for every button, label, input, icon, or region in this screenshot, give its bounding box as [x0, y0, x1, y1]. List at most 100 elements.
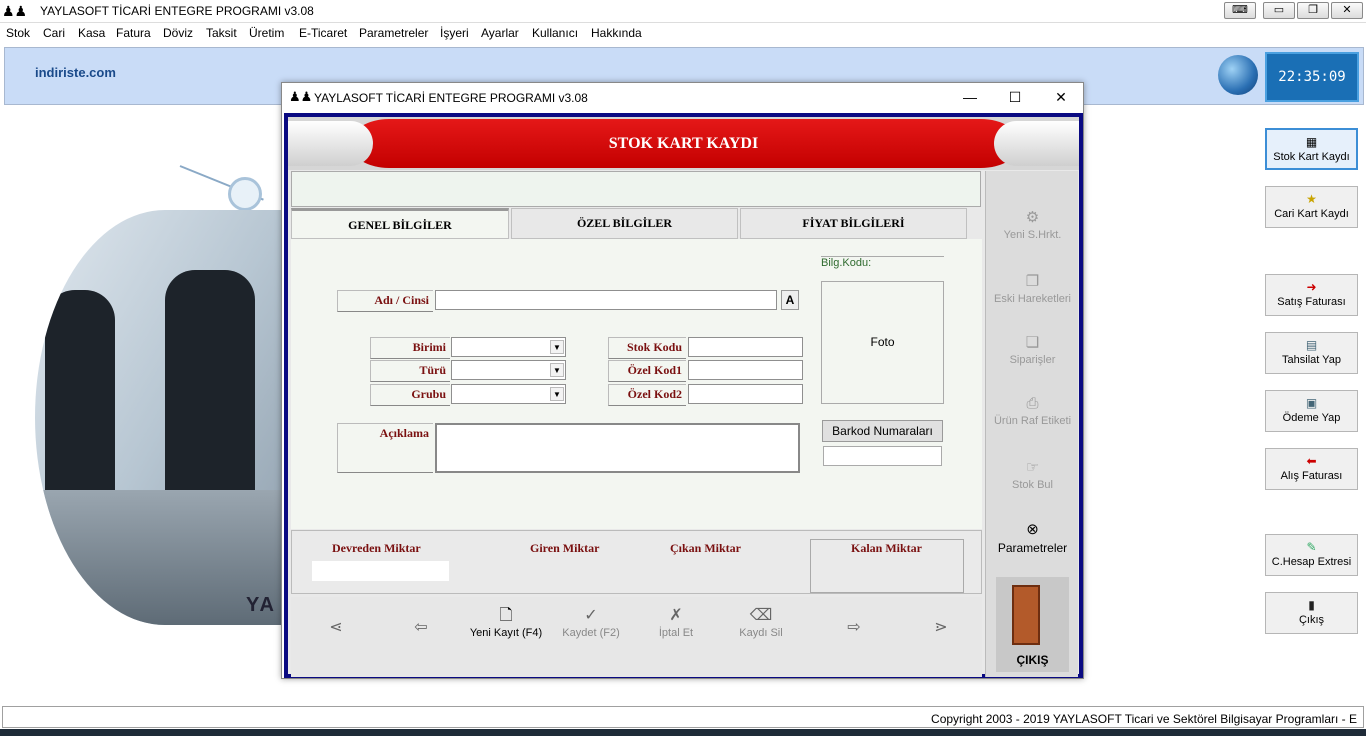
- stok-kodu-input[interactable]: [688, 337, 803, 357]
- quick-c-hesap-extresi-button[interactable]: ✎ C.Hesap Extresi: [1265, 534, 1358, 576]
- ozel-kod2-input[interactable]: [688, 384, 803, 404]
- quick-odeme-yap-button[interactable]: ▣ Ödeme Yap: [1265, 390, 1358, 432]
- yeni-kayit-label: Yeni Kayıt (F4): [469, 627, 543, 639]
- quick-label: Satış Faturası: [1277, 296, 1346, 308]
- tab-genel-bilgiler[interactable]: GENEL BİLGİLER: [291, 208, 509, 239]
- adi-cinsi-input[interactable]: [435, 290, 777, 310]
- last-record-icon[interactable]: ⋗: [926, 617, 956, 639]
- siparisler-button[interactable]: ❏ Siparişler: [986, 334, 1079, 366]
- menu-hakkinda[interactable]: Hakkında: [591, 26, 642, 40]
- turu-label: Türü: [370, 360, 450, 382]
- person-card-icon: ★: [1306, 192, 1317, 206]
- cikis-label: ÇIKIŞ: [1016, 653, 1049, 667]
- menu-fatura[interactable]: Fatura: [116, 26, 151, 40]
- chevron-down-icon[interactable]: ▼: [550, 387, 564, 401]
- background-logo-fragment: YA: [246, 594, 276, 616]
- exit-door-icon: ▮: [1308, 598, 1315, 612]
- quick-label: Alış Faturası: [1280, 470, 1343, 482]
- aciklama-textarea[interactable]: [435, 423, 800, 473]
- delete-icon: ⌫: [749, 607, 773, 624]
- ozel-kod1-input[interactable]: [688, 360, 803, 380]
- menu-kullanici[interactable]: Kullanıcı: [532, 26, 578, 40]
- menu-uretim[interactable]: Üretim: [249, 26, 284, 40]
- taskbar: [0, 729, 1366, 736]
- eski-hareketleri-button[interactable]: ❐ Eski Hareketleri: [986, 273, 1079, 305]
- quick-tahsilat-yap-button[interactable]: ▤ Tahsilat Yap: [1265, 332, 1358, 374]
- yeni-s-hrkt-button[interactable]: ⚙ Yeni S.Hrkt.: [986, 209, 1079, 241]
- cancel-icon: ✗: [669, 607, 683, 624]
- parametreler-button[interactable]: ⊗ Parametreler: [986, 521, 1079, 555]
- menu-eticaret[interactable]: E-Ticaret: [299, 26, 347, 40]
- iptal-et-label: İptal Et: [658, 627, 694, 639]
- app-title: YAYLASOFT TİCARİ ENTEGRE PROGRAMI v3.08: [40, 4, 314, 18]
- menu-bar: Stok Cari Kasa Fatura Döviz Taksit Üreti…: [0, 23, 1366, 43]
- menu-isyeri[interactable]: İşyeri: [440, 26, 469, 40]
- aciklama-label: Açıklama: [337, 423, 433, 473]
- menu-parametreler[interactable]: Parametreler: [359, 26, 428, 40]
- site-link[interactable]: indiriste.com: [35, 65, 116, 80]
- quick-alis-faturasi-button[interactable]: ⬅ Alış Faturası: [1265, 448, 1358, 490]
- birimi-label: Birimi: [370, 337, 450, 359]
- menu-taksit[interactable]: Taksit: [206, 26, 237, 40]
- menu-kasa[interactable]: Kasa: [78, 26, 105, 40]
- close-button[interactable]: ✕: [1331, 2, 1363, 19]
- tab-ozel-bilgiler[interactable]: ÖZEL BİLGİLER: [511, 208, 738, 239]
- chevron-down-icon[interactable]: ▼: [550, 363, 564, 377]
- sidebar-label: Parametreler: [997, 541, 1068, 555]
- menu-doviz[interactable]: Döviz: [163, 26, 193, 40]
- quick-cari-kart-kaydi-button[interactable]: ★ Cari Kart Kaydı: [1265, 186, 1358, 228]
- sidebar-label: Siparişler: [1009, 354, 1056, 366]
- first-record-icon[interactable]: ⋖: [321, 617, 351, 639]
- sidebar-label: Ürün Raf Etiketi: [993, 415, 1072, 427]
- quick-label: Stok Kart Kaydı: [1273, 151, 1350, 163]
- restore-button[interactable]: ❐: [1297, 2, 1329, 19]
- minimize-button[interactable]: ▭: [1263, 2, 1295, 19]
- quick-label: C.Hesap Extresi: [1271, 556, 1352, 568]
- sidebar-label: Eski Hareketleri: [993, 293, 1072, 305]
- stock-card-icon: ▦: [1305, 135, 1318, 149]
- new-document-icon: 🗋: [499, 607, 513, 624]
- menu-stok[interactable]: Stok: [6, 26, 30, 40]
- sidebar-label: Yeni S.Hrkt.: [1003, 229, 1062, 241]
- printer-icon: ⎙: [1026, 395, 1039, 412]
- keyboard-icon[interactable]: ⌨: [1224, 2, 1256, 19]
- yeni-kayit-button[interactable]: 🗋 Yeni Kayıt (F4): [466, 605, 546, 639]
- next-record-icon[interactable]: ⇨: [839, 617, 869, 639]
- cikis-button[interactable]: ÇIKIŞ: [996, 577, 1069, 672]
- tab-fiyat-bilgileri[interactable]: FİYAT BİLGİLERİ: [740, 208, 967, 239]
- barkod-numaralari-button[interactable]: Barkod Numaraları: [822, 420, 943, 442]
- photo-box[interactable]: Foto: [821, 281, 944, 404]
- kaydet-button[interactable]: ✓ Kaydet (F2): [556, 605, 626, 639]
- previous-record-icon[interactable]: ⇦: [406, 617, 436, 639]
- stok-bul-button[interactable]: ☞ Stok Bul: [986, 459, 1079, 491]
- iptal-et-button[interactable]: ✗ İptal Et: [646, 605, 706, 639]
- adi-cinsi-label: Adı / Cinsi: [337, 290, 433, 312]
- payment-icon: ▣: [1305, 396, 1318, 410]
- menu-ayarlar[interactable]: Ayarlar: [481, 26, 519, 40]
- quick-stok-kart-kaydi-button[interactable]: ▦ Stok Kart Kaydı: [1265, 128, 1358, 170]
- grubu-select[interactable]: ▼: [451, 384, 566, 404]
- kaydi-sil-button[interactable]: ⌫ Kaydı Sil: [731, 605, 791, 639]
- barkod-input[interactable]: [823, 446, 942, 466]
- quick-label: Tahsilat Yap: [1282, 354, 1341, 366]
- quick-cikis-button[interactable]: ▮ Çıkış: [1265, 592, 1358, 634]
- birimi-select[interactable]: ▼: [451, 337, 566, 357]
- sidebar-label: Stok Bul: [1012, 479, 1053, 491]
- ozel-kod2-label: Özel Kod2: [608, 384, 686, 406]
- quick-satis-faturasi-button[interactable]: ➜ Satış Faturası: [1265, 274, 1358, 316]
- chevron-down-icon[interactable]: ▼: [550, 340, 564, 354]
- turu-select[interactable]: ▼: [451, 360, 566, 380]
- a-button[interactable]: A: [781, 290, 799, 310]
- menu-cari[interactable]: Cari: [43, 26, 65, 40]
- stok-kodu-label: Stok Kodu: [608, 337, 686, 359]
- collect-icon: ▤: [1305, 338, 1318, 352]
- background-photo: [35, 210, 295, 625]
- dialog-maximize-button[interactable]: ☐: [1004, 88, 1026, 106]
- check-icon: ✓: [584, 607, 598, 624]
- urun-raf-etiketi-button[interactable]: ⎙ Ürün Raf Etiketi: [986, 395, 1079, 427]
- banner: STOK KART KAYDI: [288, 117, 1079, 170]
- dialog-close-button[interactable]: ✕: [1050, 88, 1072, 106]
- history-icon: ❐: [1025, 273, 1040, 290]
- quantity-panel: Devreden Miktar Giren Miktar Çıkan Mikta…: [291, 530, 982, 594]
- dialog-minimize-button[interactable]: —: [959, 88, 981, 106]
